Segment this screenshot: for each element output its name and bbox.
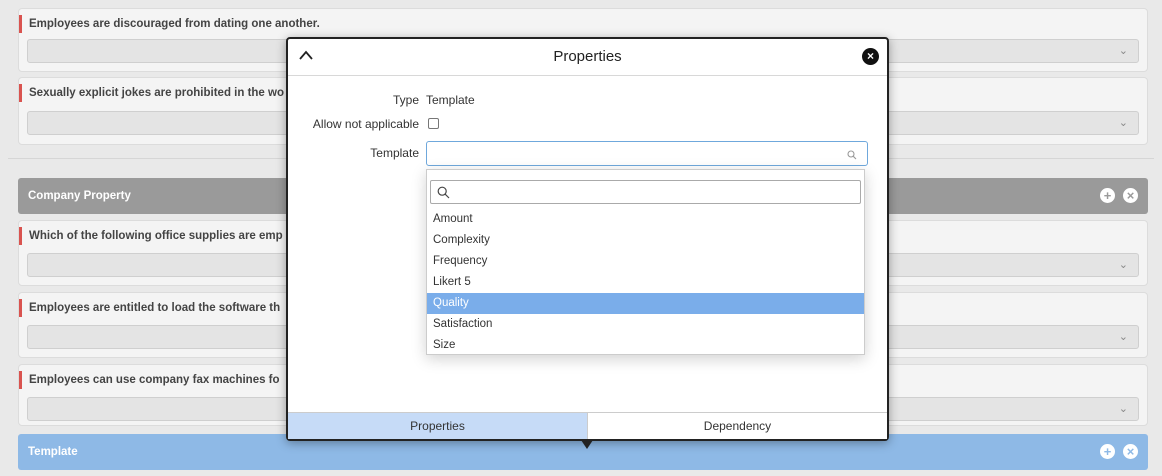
tab-dependency[interactable]: Dependency [587,413,887,439]
chevron-down-icon: ⌄ [1118,331,1128,343]
question-text: Employees are entitled to load the softw… [19,299,280,317]
dialog-pointer [581,440,593,449]
search-icon [847,149,857,163]
add-icon[interactable]: + [1100,444,1115,459]
dropdown-option[interactable]: Likert 5 [427,272,864,293]
dropdown-option[interactable]: Complexity [427,230,864,251]
properties-dialog: Properties × Type Template Allow not app… [286,37,889,441]
template-select[interactable] [426,141,868,166]
dialog-title: Properties [553,48,622,65]
template-label: Template [370,146,419,160]
dropdown-option[interactable]: Frequency [427,251,864,272]
chevron-down-icon: ⌄ [1118,117,1128,129]
remove-icon[interactable]: × [1123,444,1138,459]
question-text: Employees are discouraged from dating on… [19,15,320,33]
dropdown-option[interactable]: Satisfaction [427,314,864,335]
dropdown-search-input[interactable] [430,180,861,204]
question-text: Which of the following office supplies a… [19,227,283,245]
search-icon [437,186,450,202]
chevron-down-icon: ⌄ [1118,403,1128,415]
type-label: Type [392,93,419,107]
section-title: Company Property [28,190,131,202]
type-row: Type Template [288,93,888,111]
allow-not-applicable-checkbox[interactable] [428,118,439,129]
question-text: Employees can use company fax machines f… [19,371,280,389]
question-text: Sexually explicit jokes are prohibited i… [19,84,284,102]
add-icon[interactable]: + [1100,188,1115,203]
chevron-down-icon: ⌄ [1118,45,1128,57]
tab-properties[interactable]: Properties [288,413,587,439]
dialog-tabs: Properties Dependency [288,412,887,439]
chevron-down-icon: ⌄ [1118,259,1128,271]
dropdown-option[interactable]: Size [427,335,864,356]
section-title: Template [28,446,78,458]
close-icon[interactable]: × [862,48,879,65]
template-dropdown: Amount Complexity Frequency Likert 5 Qua… [426,169,865,355]
allow-not-applicable-label: Allow not applicable [312,117,419,131]
dropdown-option-selected[interactable]: Quality [427,293,864,314]
type-value: Template [426,93,475,107]
dropdown-options: Amount Complexity Frequency Likert 5 Qua… [427,209,864,356]
dialog-header: Properties × [288,39,887,76]
remove-icon[interactable]: × [1123,188,1138,203]
dropdown-option[interactable]: Amount [427,209,864,230]
allow-not-applicable-row: Allow not applicable [288,117,888,135]
